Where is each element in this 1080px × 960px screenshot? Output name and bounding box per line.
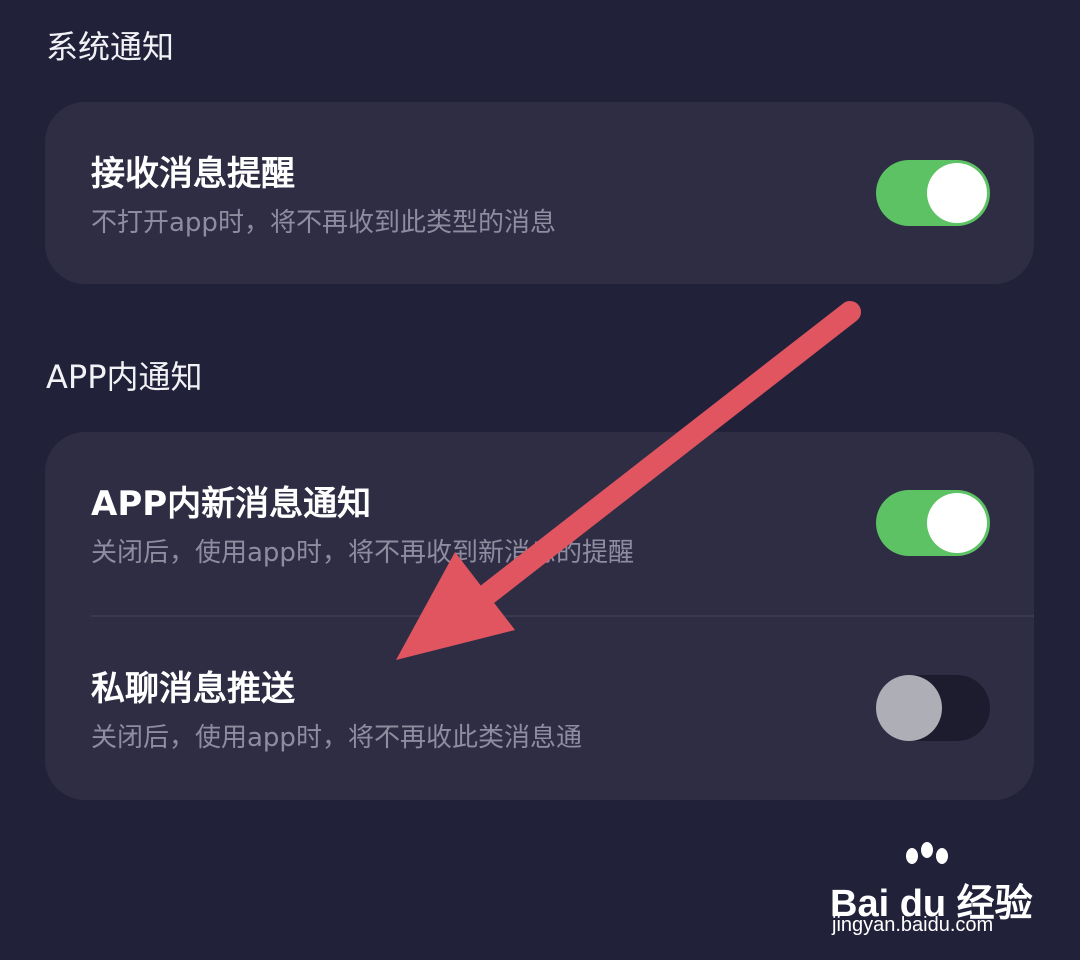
watermark-url: jingyan.baidu.com	[832, 914, 994, 936]
baidu-jingyan-watermark: Bai du 经验 jingyan.baidu.com	[830, 840, 1060, 950]
annotation-arrow-icon	[396, 301, 861, 660]
